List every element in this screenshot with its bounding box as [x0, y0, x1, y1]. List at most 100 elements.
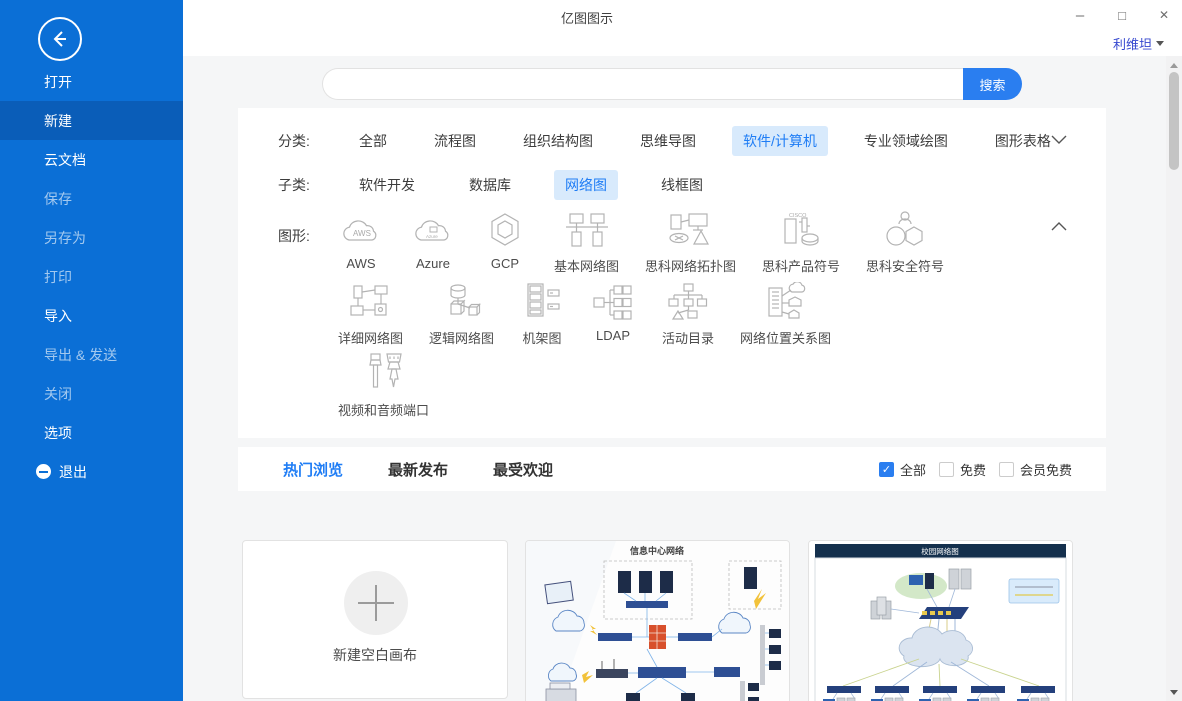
- checkbox-checked-icon: ✓: [879, 462, 894, 477]
- search-button[interactable]: 搜索: [963, 68, 1022, 100]
- shape-aws[interactable]: AWS AWS: [338, 208, 384, 275]
- cisco-product-icon: CISCO: [777, 208, 825, 250]
- user-name: 利维坦: [1113, 34, 1152, 53]
- plus-icon: [344, 571, 408, 635]
- sidebar-item-save[interactable]: 保存: [0, 179, 183, 218]
- logical-network-icon: [438, 280, 486, 322]
- category-flowchart[interactable]: 流程图: [423, 126, 487, 156]
- search-input[interactable]: [322, 68, 963, 100]
- shape-logical-network[interactable]: 逻辑网络图: [429, 280, 494, 347]
- sidebar-item-label: 云文档: [44, 150, 86, 170]
- checkbox-free[interactable]: 免费: [939, 460, 986, 479]
- scrollbar-thumb[interactable]: [1169, 72, 1179, 170]
- active-directory-icon: [664, 280, 712, 322]
- detailed-network-icon: [347, 280, 395, 322]
- sidebar-item-new[interactable]: 新建: [0, 101, 183, 140]
- shape-ldap[interactable]: LDAP: [590, 280, 636, 347]
- sidebar-item-cloud-docs[interactable]: 云文档: [0, 140, 183, 179]
- shape-label: 网络位置关系图: [740, 328, 831, 347]
- shape-av-ports[interactable]: 视频和音频端口: [338, 352, 429, 419]
- tab-latest-release[interactable]: 最新发布: [388, 459, 448, 480]
- svg-text:AWS: AWS: [353, 229, 371, 238]
- shape-network-location[interactable]: 网络位置关系图: [740, 280, 831, 347]
- back-button[interactable]: [38, 17, 82, 61]
- close-button[interactable]: ✕: [1156, 7, 1172, 23]
- sidebar-item-import[interactable]: 导入: [0, 296, 183, 335]
- sidebar-item-print[interactable]: 打印: [0, 257, 183, 296]
- sidebar-item-label: 关闭: [44, 384, 72, 404]
- browse-tab-bar: 热门浏览 最新发布 最受欢迎 ✓ 全部 免费 会员免费: [238, 447, 1106, 491]
- shape-label: 视频和音频端口: [338, 400, 429, 419]
- shape-label: 思科网络拓扑图: [645, 256, 736, 275]
- sidebar-item-label: 选项: [44, 423, 72, 443]
- subcategory-software-dev[interactable]: 软件开发: [348, 170, 426, 200]
- checkbox-member-free[interactable]: 会员免费: [999, 460, 1072, 479]
- subcategory-database[interactable]: 数据库: [458, 170, 522, 200]
- category-orgchart[interactable]: 组织结构图: [512, 126, 604, 156]
- tab-most-popular[interactable]: 最受欢迎: [493, 459, 553, 480]
- template-card-campus-network[interactable]: 校园网络图: [808, 540, 1073, 701]
- filter-panel: 分类: 全部 流程图 组织结构图 思维导图 软件/计算机 专业领域绘图 图形表格…: [238, 108, 1106, 438]
- shape-label: 思科安全符号: [866, 256, 944, 275]
- shape-active-directory[interactable]: 活动目录: [662, 280, 714, 347]
- quit-icon: [36, 464, 51, 479]
- shape-cisco-security[interactable]: 思科安全符号: [866, 208, 944, 275]
- azure-cloud-icon: Azure: [410, 208, 456, 250]
- subcategory-wireframe[interactable]: 线框图: [650, 170, 714, 200]
- chevron-down-icon[interactable]: [1050, 133, 1068, 145]
- arrow-left-icon: [49, 28, 71, 50]
- checkbox-unchecked-icon: [999, 462, 1014, 477]
- subcategory-network[interactable]: 网络图: [554, 170, 618, 200]
- shape-gcp[interactable]: GCP: [482, 208, 528, 275]
- shape-cisco-topology[interactable]: 思科网络拓扑图: [645, 208, 736, 275]
- shape-label: 机架图: [523, 328, 562, 347]
- shape-label: 逻辑网络图: [429, 328, 494, 347]
- minimize-button[interactable]: –: [1072, 7, 1088, 23]
- svg-text:Azure: Azure: [426, 234, 438, 239]
- sidebar-item-options[interactable]: 选项: [0, 413, 183, 452]
- cisco-security-icon: [882, 208, 928, 250]
- checkbox-all[interactable]: ✓ 全部: [879, 460, 926, 479]
- sidebar-item-export-send[interactable]: 导出 & 发送: [0, 335, 183, 374]
- scroll-up-arrow[interactable]: [1166, 58, 1182, 72]
- search-bar: 搜索: [322, 68, 1022, 100]
- chevron-up-icon[interactable]: [1050, 220, 1068, 232]
- sidebar-item-open[interactable]: 打开: [0, 62, 183, 101]
- sidebar-item-label: 导出 & 发送: [44, 345, 117, 365]
- sidebar-menu: 打开 新建 云文档 保存 另存为 打印 导入 导出 & 发送 关闭 选项 退出: [0, 62, 183, 491]
- checkbox-unchecked-icon: [939, 462, 954, 477]
- ldap-icon: [590, 280, 636, 322]
- user-bar: 利维坦: [183, 30, 1182, 56]
- account-menu[interactable]: 利维坦: [1113, 34, 1164, 53]
- shape-label: 活动目录: [662, 328, 714, 347]
- maximize-button[interactable]: □: [1114, 7, 1130, 23]
- sidebar-item-save-as[interactable]: 另存为: [0, 218, 183, 257]
- triangle-up-icon: [1170, 63, 1178, 68]
- tab-popular-browse[interactable]: 热门浏览: [283, 459, 343, 480]
- shape-azure[interactable]: Azure Azure: [410, 208, 456, 275]
- svg-text:校园网络图: 校园网络图: [921, 546, 959, 556]
- shape-detailed-network[interactable]: 详细网络图: [338, 280, 403, 347]
- new-blank-canvas-card[interactable]: 新建空白画布: [242, 540, 508, 699]
- sidebar-item-close[interactable]: 关闭: [0, 374, 183, 413]
- shapes-label: 图形:: [278, 226, 310, 246]
- category-software-computer[interactable]: 软件/计算机: [732, 126, 828, 156]
- checkbox-label: 免费: [960, 460, 986, 479]
- scroll-down-arrow[interactable]: [1166, 685, 1182, 699]
- shape-cisco-product[interactable]: CISCO 思科产品符号: [762, 208, 840, 275]
- category-mindmap[interactable]: 思维导图: [629, 126, 707, 156]
- sidebar-item-label: 新建: [44, 111, 72, 131]
- shape-rack[interactable]: 机架图: [520, 280, 564, 347]
- svg-text:信息中心网络: 信息中心网络: [630, 545, 684, 556]
- cisco-topology-icon: [665, 208, 717, 250]
- shape-label: 基本网络图: [554, 256, 619, 275]
- sidebar-item-quit[interactable]: 退出: [0, 452, 183, 491]
- sidebar: 打开 新建 云文档 保存 另存为 打印 导入 导出 & 发送 关闭 选项 退出: [0, 0, 183, 701]
- template-card-info-center-network[interactable]: 信息中心网络: [525, 540, 790, 701]
- shapes-row-3: 视频和音频端口: [338, 352, 429, 419]
- category-all[interactable]: 全部: [348, 126, 398, 156]
- category-professional[interactable]: 专业领域绘图: [853, 126, 959, 156]
- vertical-scrollbar[interactable]: [1166, 56, 1182, 701]
- shape-basic-network[interactable]: 基本网络图: [554, 208, 619, 275]
- shape-label: AWS: [346, 256, 375, 271]
